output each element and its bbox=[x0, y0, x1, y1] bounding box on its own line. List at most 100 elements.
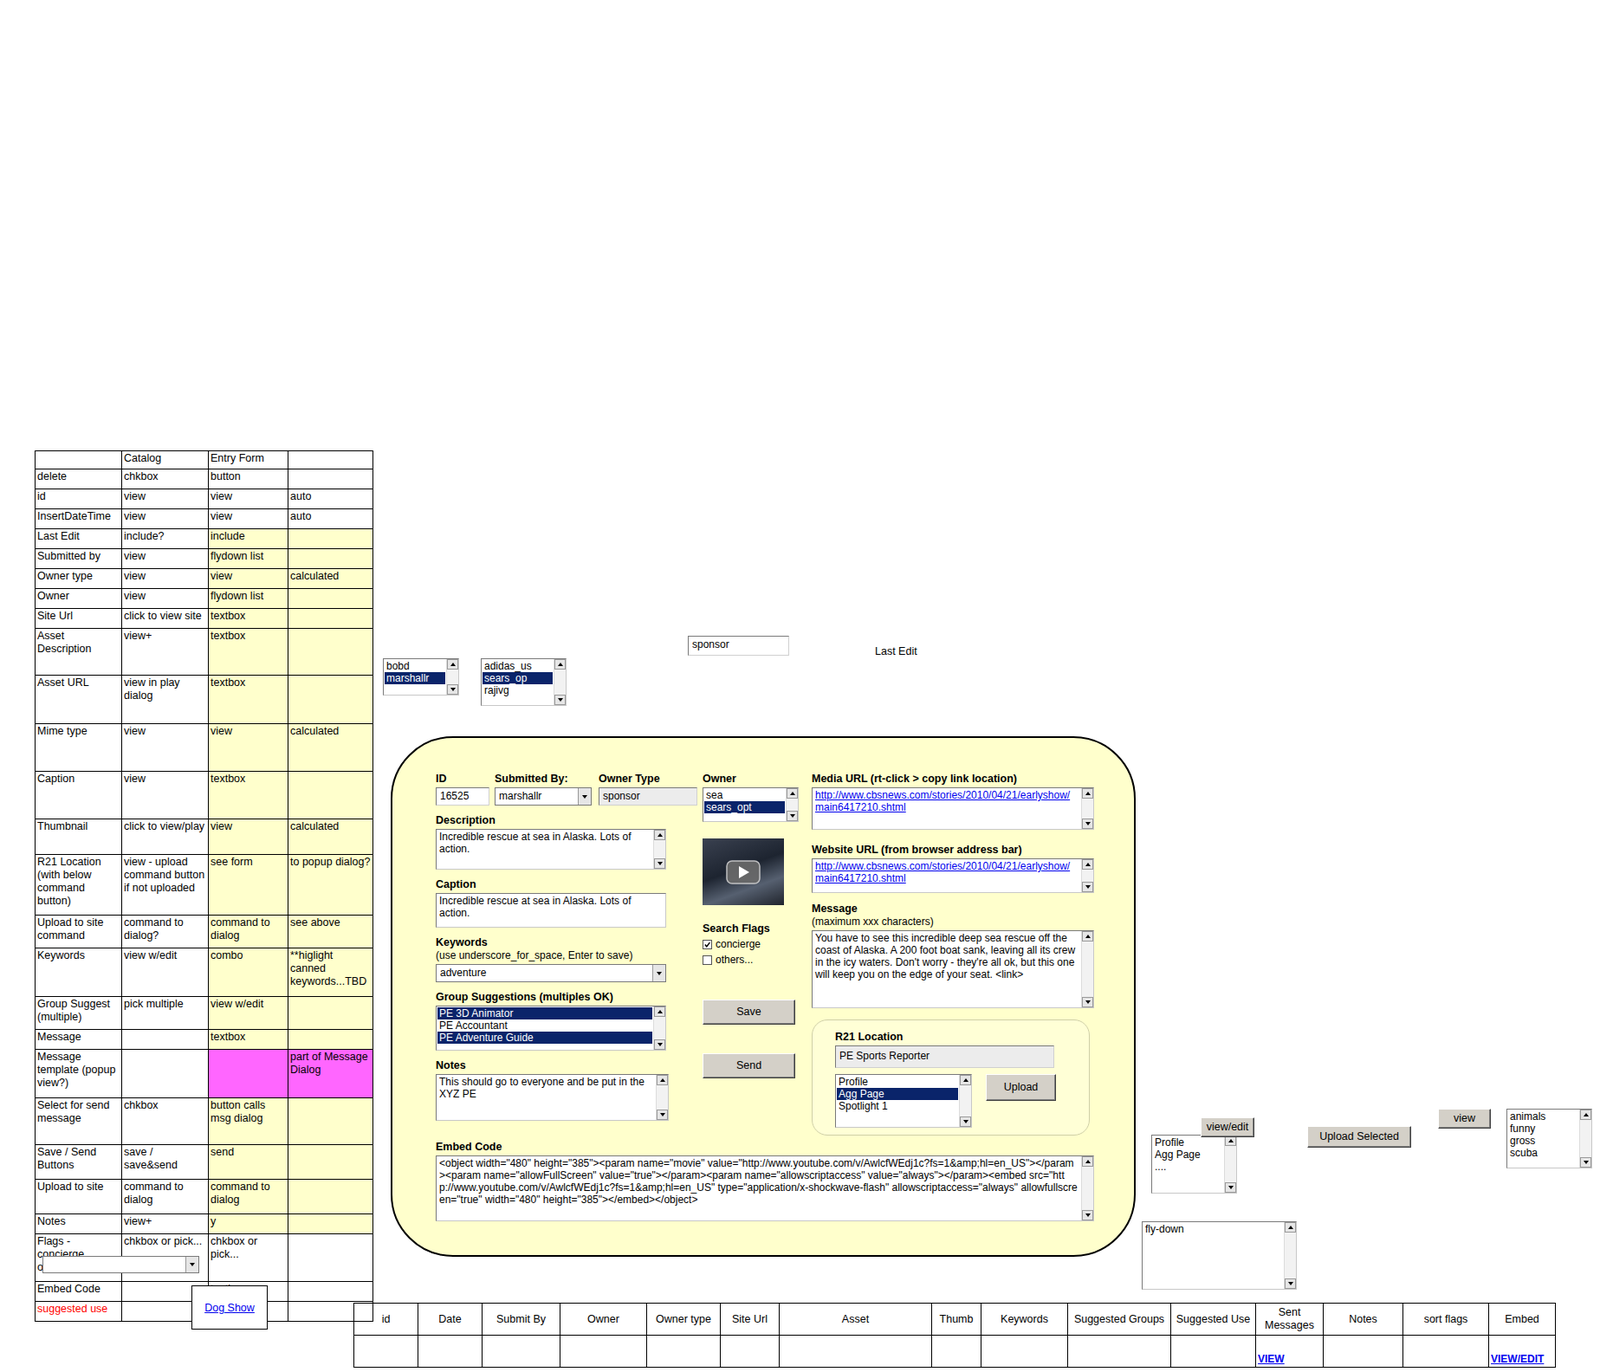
media-url-textarea[interactable]: http://www.cbsnews.com/stories/2010/04/2… bbox=[811, 787, 1095, 830]
video-thumbnail[interactable] bbox=[702, 838, 784, 906]
dog-show-link[interactable]: Dog Show bbox=[204, 1302, 255, 1315]
checkbox[interactable] bbox=[702, 939, 713, 950]
keywords-combo[interactable]: adventure bbox=[435, 964, 667, 983]
scrollbar[interactable] bbox=[1081, 931, 1094, 1008]
scrollbar[interactable] bbox=[958, 1075, 972, 1128]
media-url-link[interactable]: http://www.cbsnews.com/stories/2010/04/2… bbox=[815, 789, 1070, 814]
spec-cell: view bbox=[208, 724, 289, 772]
list-item[interactable]: bobd bbox=[384, 660, 446, 673]
catalog-header-cell[interactable]: Site Url bbox=[720, 1303, 780, 1336]
spec-header-cell bbox=[288, 451, 374, 470]
group-suggestions-list[interactable]: PE 3D AnimatorPE AccountantPE Adventure … bbox=[435, 1005, 667, 1051]
list-item[interactable]: funny bbox=[1508, 1122, 1579, 1135]
scrollbar[interactable] bbox=[553, 659, 566, 706]
website-url-textarea[interactable]: http://www.cbsnews.com/stories/2010/04/2… bbox=[811, 858, 1095, 894]
list-item[interactable]: adidas_us bbox=[482, 660, 553, 673]
list-item[interactable]: Profile bbox=[836, 1075, 959, 1089]
fly-down-box[interactable]: fly-down bbox=[1141, 1221, 1297, 1290]
upload-button[interactable]: Upload bbox=[985, 1074, 1056, 1102]
catalog-link[interactable]: VIEW/EDIT bbox=[1490, 1353, 1544, 1366]
scrollbar[interactable] bbox=[785, 788, 798, 822]
list-item[interactable]: sea bbox=[704, 789, 785, 802]
view-button[interactable]: view bbox=[1438, 1108, 1491, 1129]
website-url-link[interactable]: http://www.cbsnews.com/stories/2010/04/2… bbox=[815, 860, 1070, 885]
catalog-header-cell[interactable]: Notes bbox=[1323, 1303, 1404, 1336]
play-icon[interactable] bbox=[725, 860, 761, 885]
list-item[interactable]: gross bbox=[1508, 1134, 1579, 1147]
scrollbar[interactable] bbox=[653, 829, 666, 869]
list-item[interactable]: Agg Page bbox=[836, 1088, 959, 1101]
scrollbar[interactable] bbox=[1579, 1109, 1592, 1168]
page-list[interactable]: ProfileAgg Page.... bbox=[1151, 1134, 1238, 1194]
owner-type-field[interactable]: sponsor bbox=[687, 635, 790, 656]
submitted-by-dropdown[interactable]: marshallr bbox=[494, 787, 592, 806]
spec-cell: view bbox=[208, 569, 289, 590]
submitted-by-list[interactable]: bobdmarshallr bbox=[382, 658, 460, 696]
list-item[interactable]: PE Adventure Guide bbox=[437, 1031, 653, 1044]
spec-cell: chkbox or pick... bbox=[208, 1234, 289, 1283]
list-item[interactable]: Spotlight 1 bbox=[836, 1100, 959, 1113]
scrollbar[interactable] bbox=[653, 1006, 666, 1050]
owner-list[interactable]: seasears_opt bbox=[702, 787, 799, 823]
catalog-header-cell[interactable]: Thumb bbox=[932, 1303, 982, 1336]
notes-textarea[interactable]: This should go to everyone and be put in… bbox=[435, 1074, 669, 1121]
catalog-header-cell[interactable]: Keywords bbox=[981, 1303, 1069, 1336]
list-item[interactable]: .... bbox=[1153, 1160, 1224, 1173]
scrollbar[interactable] bbox=[655, 1075, 668, 1121]
list-item[interactable]: scuba bbox=[1508, 1146, 1579, 1160]
checkbox[interactable] bbox=[702, 955, 713, 966]
catalog-header-cell[interactable]: Sent Messages bbox=[1256, 1303, 1324, 1336]
dropdown-arrow-icon[interactable] bbox=[185, 1256, 199, 1273]
catalog-header-cell[interactable]: sort flags bbox=[1403, 1303, 1490, 1336]
list-item[interactable]: marshallr bbox=[384, 672, 446, 685]
send-button[interactable]: Send bbox=[702, 1053, 796, 1079]
catalog-header-cell[interactable]: Suggested Use bbox=[1171, 1303, 1257, 1336]
list-item[interactable]: Agg Page bbox=[1153, 1148, 1224, 1161]
r21-page-list[interactable]: ProfileAgg PageSpotlight 1 bbox=[835, 1074, 972, 1128]
owner-label: Owner bbox=[702, 772, 805, 786]
catalog-header-cell[interactable]: Date bbox=[418, 1303, 483, 1336]
r21-location-label: R21 Location bbox=[835, 1030, 1081, 1044]
scrollbar[interactable] bbox=[1081, 859, 1094, 893]
catalog-header-cell[interactable]: Embed bbox=[1489, 1303, 1556, 1336]
view-edit-button[interactable]: view/edit bbox=[1200, 1117, 1255, 1138]
list-item[interactable]: animals bbox=[1508, 1110, 1579, 1123]
list-item[interactable]: sears_opt bbox=[704, 801, 785, 814]
suggested-use-dropdown[interactable] bbox=[42, 1256, 200, 1274]
dropdown-arrow-icon[interactable] bbox=[577, 788, 591, 805]
spec-cell: Caption bbox=[35, 771, 123, 820]
spec-cell: auto bbox=[288, 489, 374, 510]
spec-cell bbox=[122, 1049, 209, 1099]
catalog-link[interactable]: VIEW bbox=[1257, 1353, 1285, 1366]
list-item[interactable]: PE Accountant bbox=[437, 1019, 653, 1032]
owner-list[interactable]: adidas_ussears_oprajivg bbox=[480, 658, 567, 707]
scrollbar[interactable] bbox=[1224, 1135, 1237, 1193]
spec-row: Save / Send Buttonssave / save&sendsend bbox=[35, 1145, 374, 1180]
catalog-header-cell[interactable]: Suggested Groups bbox=[1068, 1303, 1172, 1336]
list-item[interactable]: rajivg bbox=[482, 684, 553, 697]
list-item[interactable]: Profile bbox=[1153, 1136, 1224, 1149]
save-button[interactable]: Save bbox=[702, 999, 796, 1025]
embed-code-textarea[interactable]: <object width="480" height="385"><param … bbox=[435, 1155, 1095, 1222]
catalog-header-cell[interactable]: Owner type bbox=[647, 1303, 721, 1336]
catalog-header-cell[interactable]: Owner bbox=[560, 1303, 648, 1336]
spec-row: Submitted byviewflydown list bbox=[35, 549, 374, 570]
search-flag-option[interactable]: concierge bbox=[702, 937, 805, 952]
scrollbar[interactable] bbox=[1081, 1156, 1094, 1221]
tag-list[interactable]: animalsfunnygrossscuba bbox=[1506, 1108, 1593, 1169]
id-field[interactable]: 16525 bbox=[435, 787, 490, 806]
upload-selected-button[interactable]: Upload Selected bbox=[1307, 1126, 1412, 1148]
description-textarea[interactable]: Incredible rescue at sea in Alaska. Lots… bbox=[435, 829, 667, 870]
search-flag-option[interactable]: others... bbox=[702, 952, 805, 967]
scrollbar[interactable] bbox=[446, 659, 459, 695]
dropdown-arrow-icon[interactable] bbox=[652, 965, 666, 982]
list-item[interactable]: PE 3D Animator bbox=[437, 1007, 653, 1020]
caption-textarea[interactable]: Incredible rescue at sea in Alaska. Lots… bbox=[435, 893, 667, 928]
scrollbar[interactable] bbox=[1081, 788, 1094, 830]
message-textarea[interactable]: You have to see this incredible deep sea… bbox=[811, 930, 1095, 1009]
catalog-header-cell[interactable]: Asset bbox=[779, 1303, 933, 1336]
list-item[interactable]: sears_op bbox=[482, 672, 553, 685]
scrollbar[interactable] bbox=[1283, 1222, 1296, 1290]
catalog-header-cell[interactable]: id bbox=[354, 1303, 419, 1336]
catalog-header-cell[interactable]: Submit By bbox=[482, 1303, 561, 1336]
